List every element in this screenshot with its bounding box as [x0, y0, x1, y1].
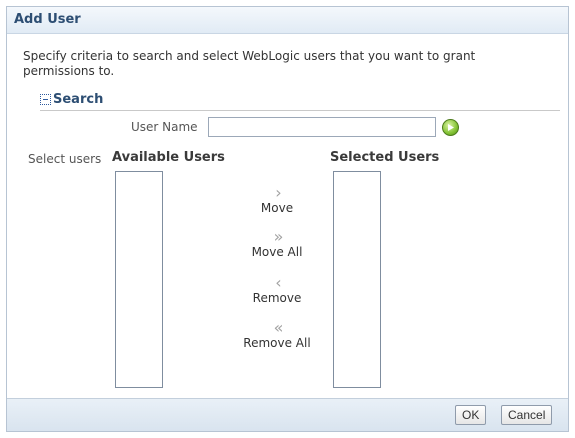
- remove-label: Remove: [252, 291, 302, 305]
- move-all-button[interactable]: ›› Move All: [237, 227, 317, 260]
- chevron-right-icon: ›: [275, 183, 281, 202]
- available-users-header: Available Users: [112, 150, 225, 165]
- selected-users-list[interactable]: [333, 171, 381, 388]
- remove-button[interactable]: ‹ Remove: [237, 273, 317, 306]
- double-chevron-left-icon: ‹‹: [273, 318, 284, 337]
- remove-all-label: Remove All: [243, 336, 311, 350]
- move-label: Move: [260, 201, 294, 215]
- dialog-title: Add User: [14, 12, 81, 27]
- go-icon[interactable]: [442, 119, 459, 136]
- instructions-text: Specify criteria to search and select We…: [23, 49, 476, 78]
- select-users-label: Select users: [28, 152, 102, 166]
- chevron-left-icon: ‹: [275, 273, 281, 292]
- dialog-titlebar: Add User: [7, 7, 568, 34]
- add-user-dialog: Add User Specify criteria to search and …: [6, 6, 569, 432]
- remove-all-button[interactable]: ‹‹ Remove All: [237, 318, 317, 351]
- available-users-list[interactable]: [115, 171, 163, 388]
- search-section-title: Search: [53, 92, 104, 107]
- collapse-icon[interactable]: [40, 94, 51, 105]
- cancel-button[interactable]: Cancel: [501, 405, 553, 425]
- user-name-label: User Name: [131, 120, 198, 134]
- dialog-footer: OK Cancel: [7, 398, 568, 431]
- move-button[interactable]: › Move: [237, 183, 317, 216]
- ok-button[interactable]: OK: [455, 405, 487, 425]
- selected-users-header: Selected Users: [330, 150, 440, 165]
- move-all-label: Move All: [251, 245, 303, 259]
- double-chevron-right-icon: ››: [273, 227, 284, 246]
- search-section-header[interactable]: Search: [40, 92, 560, 111]
- user-name-input[interactable]: [208, 117, 436, 137]
